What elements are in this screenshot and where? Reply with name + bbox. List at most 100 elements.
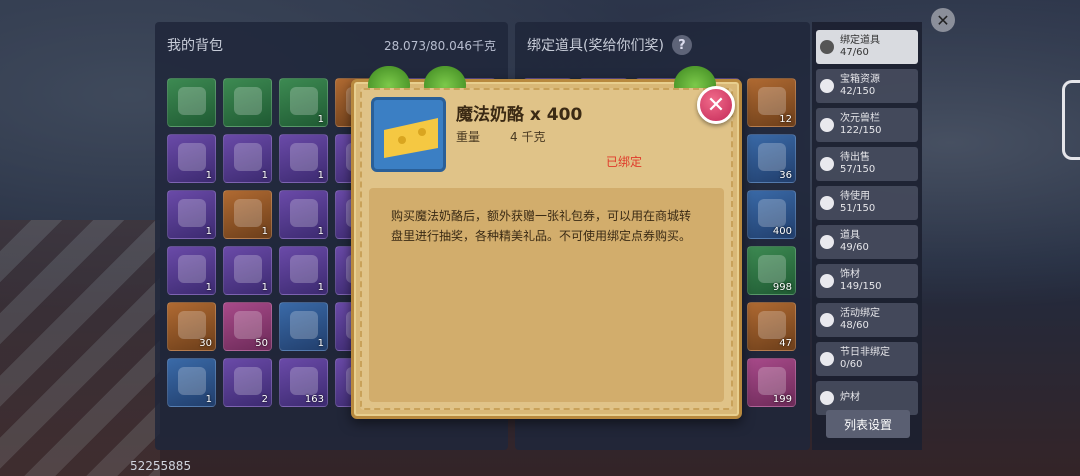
- item-icon: [234, 87, 262, 115]
- item-slot[interactable]: [167, 78, 216, 127]
- tab-label: 宝箱资源: [840, 73, 880, 85]
- lock-icon: [820, 79, 834, 93]
- category-tab[interactable]: 绑定道具 47/60: [816, 30, 918, 64]
- item-icon: [758, 87, 786, 115]
- item-slot[interactable]: 1: [223, 134, 272, 183]
- item-slot[interactable]: 1: [167, 358, 216, 407]
- tab-text: 次元兽栏 122/150: [840, 113, 882, 138]
- item-slot[interactable]: 998: [747, 246, 796, 295]
- leaf-decoration: [424, 66, 466, 90]
- category-tab[interactable]: 道具 49/60: [816, 225, 918, 259]
- backpack-weight: 28.073/80.046千克: [383, 38, 496, 53]
- item-count: 1: [205, 394, 212, 405]
- backpack-title: 我的背包: [167, 38, 223, 54]
- item-icon: [234, 255, 262, 283]
- item-slot[interactable]: 1: [167, 134, 216, 183]
- category-tab[interactable]: 活动绑定 48/60: [816, 303, 918, 337]
- lock-icon: [820, 196, 834, 210]
- item-icon: [290, 255, 318, 283]
- item-count: 199: [772, 394, 792, 405]
- description-box: 购买魔法奶酪后，额外获赠一张礼包券，可以用在商城转盘里进行抽奖，各种精美礼品。不…: [369, 188, 724, 402]
- item-slot[interactable]: 1: [167, 190, 216, 239]
- item-slot[interactable]: 163: [279, 358, 328, 407]
- item-icon: [234, 311, 262, 339]
- item-icon: [290, 367, 318, 395]
- tab-label: 饰材: [840, 268, 860, 280]
- tab-text: 炉材: [840, 392, 860, 405]
- item-slot[interactable]: 2: [223, 358, 272, 407]
- tab-label: 待出售: [840, 151, 870, 163]
- item-slot[interactable]: 1: [279, 246, 328, 295]
- item-slot[interactable]: 1: [167, 246, 216, 295]
- category-tab[interactable]: 饰材 149/150: [816, 264, 918, 298]
- item-slot[interactable]: 1: [279, 78, 328, 127]
- close-inventory-icon[interactable]: ✕: [931, 8, 955, 32]
- popup-close-icon[interactable]: ✕: [697, 86, 735, 124]
- item-description: 购买魔法奶酪后，额外获赠一张礼包券，可以用在商城转盘里进行抽奖，各种精美礼品。不…: [391, 209, 692, 243]
- category-tab[interactable]: 待使用 51/150: [816, 186, 918, 220]
- tab-count: 48/60: [840, 320, 869, 331]
- bound-header: 绑定道具(奖给你们奖) ?: [515, 22, 810, 68]
- item-slot[interactable]: 47: [747, 302, 796, 351]
- item-slot[interactable]: 400: [747, 190, 796, 239]
- item-count: 2: [261, 394, 268, 405]
- item-slot[interactable]: 50: [223, 302, 272, 351]
- item-count: 50: [255, 338, 268, 349]
- category-tab[interactable]: 次元兽栏 122/150: [816, 108, 918, 142]
- tab-label: 待使用: [840, 190, 870, 202]
- lock-icon: [820, 40, 834, 54]
- tab-text: 道具 49/60: [840, 230, 869, 255]
- help-icon[interactable]: ?: [671, 35, 692, 55]
- item-icon: [178, 87, 206, 115]
- item-slot[interactable]: 1: [223, 190, 272, 239]
- item-count: 1: [205, 282, 212, 293]
- item-slot[interactable]: [223, 78, 272, 127]
- tab-label: 活动绑定: [840, 307, 880, 319]
- lock-icon: [820, 391, 834, 405]
- item-icon: [758, 367, 786, 395]
- tab-count: 47/60: [840, 47, 869, 58]
- item-slot[interactable]: 1: [279, 190, 328, 239]
- lock-icon: [820, 352, 834, 366]
- side-handle[interactable]: [1062, 80, 1080, 160]
- category-tab[interactable]: 宝箱资源 42/150: [816, 69, 918, 103]
- item-count: 1: [317, 226, 324, 237]
- item-count: 1: [261, 170, 268, 181]
- tab-text: 饰材 149/150: [840, 269, 882, 294]
- item-count: 998: [772, 282, 792, 293]
- item-slot[interactable]: 1: [223, 246, 272, 295]
- lock-icon: [820, 157, 834, 171]
- item-slot[interactable]: 1: [279, 134, 328, 183]
- item-count: 1: [317, 114, 324, 125]
- tab-count: 0/60: [840, 359, 863, 370]
- category-tab[interactable]: 节日非绑定 0/60: [816, 342, 918, 376]
- list-settings-button[interactable]: 列表设置: [826, 410, 910, 438]
- item-icon: [290, 143, 318, 171]
- item-icon: [758, 199, 786, 227]
- item-count: 400: [772, 226, 792, 237]
- tab-text: 节日非绑定 0/60: [840, 347, 890, 372]
- item-slot[interactable]: 36: [747, 134, 796, 183]
- category-tab[interactable]: 待出售 57/150: [816, 147, 918, 181]
- weight-label: 重量: [456, 130, 481, 144]
- item-count: 36: [779, 170, 792, 181]
- item-slot[interactable]: 12: [747, 78, 796, 127]
- lock-icon: [820, 118, 834, 132]
- item-detail-popup: 魔法奶酪 x 400 重量 4 千克 已绑定 购买魔法奶酪后，额外获赠一张礼包券…: [351, 66, 742, 419]
- tab-count: 57/150: [840, 164, 876, 175]
- tab-count: 122/150: [840, 125, 882, 136]
- cheese-hole: [418, 128, 426, 136]
- item-icon: [234, 367, 262, 395]
- item-slot[interactable]: 1: [279, 302, 328, 351]
- lock-icon: [820, 313, 834, 327]
- item-slot[interactable]: 30: [167, 302, 216, 351]
- item-slot[interactable]: 199: [747, 358, 796, 407]
- weight-value: 4 千克: [510, 130, 546, 144]
- bound-title: 绑定道具(奖给你们奖): [527, 38, 664, 54]
- item-count: 12: [779, 114, 792, 125]
- item-count: 1: [261, 282, 268, 293]
- tab-text: 绑定道具 47/60: [840, 35, 880, 60]
- item-count: 1: [205, 226, 212, 237]
- cheese-icon: [371, 97, 446, 172]
- item-icon: [758, 311, 786, 339]
